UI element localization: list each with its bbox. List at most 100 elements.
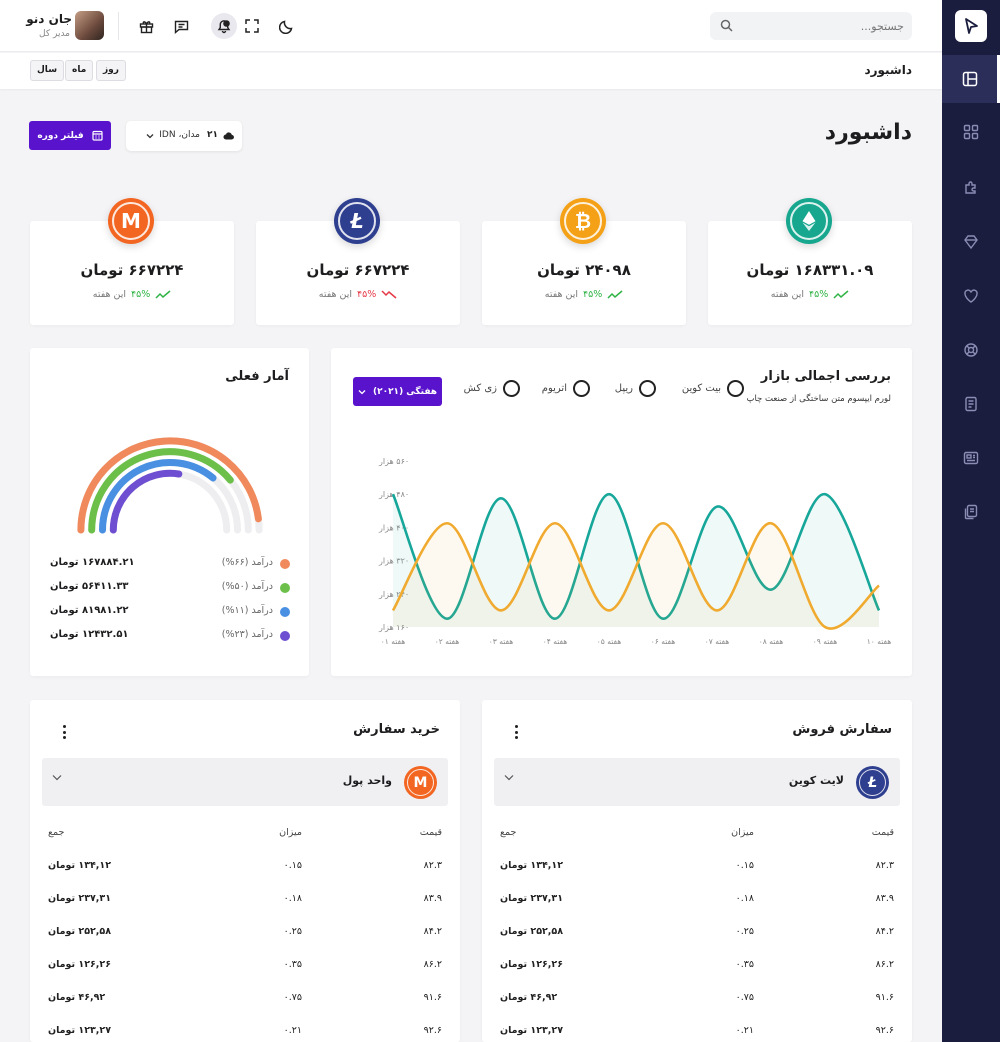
messages-button[interactable] (168, 13, 194, 39)
sidebar-item-favorites[interactable] (942, 272, 1000, 320)
legend-value: ۵۶۴۱۱.۳۳ تومان (50, 581, 129, 592)
legend-label: درآمد (۶۶%) (221, 557, 273, 568)
grid-icon (963, 124, 979, 140)
current-stats-title: آمار فعلی (225, 369, 289, 384)
logo-icon[interactable] (955, 10, 987, 42)
x-tick-label: هفته ۰۹ (813, 637, 838, 646)
cell-total: ۱۳۴,۱۲ تومان (500, 860, 563, 871)
stat-percent: ۴۵% (131, 289, 151, 300)
gift-button[interactable] (133, 13, 159, 39)
cell-amount: ۰.۲۱ (735, 1025, 754, 1036)
x-tick-label: هفته ۰۲ (435, 637, 460, 646)
cell-price: ۸۴.۲ (875, 926, 894, 937)
sidebar (942, 0, 1000, 1042)
cell-amount: ۰.۲۵ (735, 926, 754, 937)
legend-item: درآمد (۲۳%) ۱۲۴۳۲.۵۱ تومان (50, 628, 290, 644)
period-day-button[interactable]: روز (96, 60, 126, 81)
dark-mode-toggle[interactable] (274, 13, 300, 39)
legend-value: ۱۲۴۳۲.۵۱ تومان (50, 629, 129, 640)
sidebar-item-pages[interactable] (942, 488, 1000, 536)
cell-price: ۸۴.۲ (423, 926, 442, 937)
search-input[interactable] (738, 12, 904, 40)
sidebar-item-dashboard[interactable] (942, 55, 1000, 103)
column-header-total: جمع (48, 827, 65, 838)
chevron-down-icon (52, 775, 62, 781)
gauge-track (109, 469, 231, 534)
litecoin-icon: Ł (856, 766, 889, 799)
x-tick-label: هفته ۰۷ (705, 637, 730, 646)
expand-icon (245, 19, 259, 33)
stat-card-bitcoin: ₿ ۲۴۰۹۸ تومان ۴۵% این هفته (482, 198, 686, 325)
search-box[interactable] (710, 12, 912, 40)
coin-select[interactable]: M واحد پول (42, 758, 448, 806)
cell-amount: ۰.۱۵ (735, 860, 754, 871)
cell-price: ۸۳.۹ (875, 893, 894, 904)
cell-amount: ۰.۷۵ (283, 992, 302, 1003)
more-vertical-icon[interactable] (63, 725, 67, 739)
page-title: داشبورد (824, 120, 912, 145)
stat-change: ۴۵% این هفته (482, 289, 686, 300)
notifications-button[interactable] (211, 13, 237, 39)
location-select[interactable]: ۲۱ مدان، IDN (126, 121, 242, 151)
filter-period-button[interactable]: فیلتر دوره (29, 121, 111, 150)
cell-total: ۱۳۴,۱۲ تومان (48, 860, 111, 871)
buy-order-card: خرید سفارش M واحد پول قیمت میزان جمع ۸۲.… (30, 700, 460, 1042)
sidebar-item-premium[interactable] (942, 218, 1000, 266)
header-divider (118, 12, 119, 40)
filter-period-label: فیلتر دوره (37, 130, 84, 141)
buy-order-title: خرید سفارش (353, 722, 440, 737)
cell-price: ۹۲.۶ (423, 1025, 442, 1036)
cell-total: ۱۲۳,۲۷ تومان (48, 1025, 111, 1036)
monero-icon: M (404, 766, 437, 799)
stat-amount: ۶۶۷۲۲۴ تومان (80, 261, 184, 279)
sell-order-card: سفارش فروش Ł لایت کوین قیمت میزان جمع ۸۲… (482, 700, 912, 1042)
cell-amount: ۰.۱۸ (735, 893, 754, 904)
column-header-total: جمع (500, 827, 517, 838)
current-stats-card: آمار فعلی درآمد (۶۶%) ۱۶۷۸۸۴.۲۱ تومان در… (30, 348, 309, 676)
cell-amount: ۰.۱۵ (283, 860, 302, 871)
document-icon (965, 396, 977, 412)
breadcrumb-bar: داشبورد روز ماه سال (0, 53, 942, 89)
period-year-button[interactable]: سال (30, 60, 65, 81)
sidebar-item-documents[interactable] (942, 380, 1000, 428)
coin-select[interactable]: Ł لایت کوین (494, 758, 900, 806)
coin-select-label: لایت کوین (788, 774, 844, 787)
stat-change: ۴۵% این هفته (708, 289, 912, 300)
sidebar-item-support[interactable] (942, 326, 1000, 374)
litecoin-icon: Ł (334, 198, 380, 244)
cell-total: ۱۲۶,۲۶ تومان (48, 959, 111, 970)
breadcrumb: داشبورد (864, 63, 912, 77)
diamond-icon (964, 235, 978, 250)
sidebar-item-components[interactable] (942, 163, 1000, 211)
sell-order-title: سفارش فروش (792, 722, 892, 737)
column-header-amount: میزان (279, 827, 302, 838)
more-vertical-icon[interactable] (515, 725, 519, 739)
stat-percent: ۴۵% (809, 289, 829, 300)
top-header: جان دنو مدیر کل (0, 0, 942, 52)
fullscreen-button[interactable] (239, 13, 265, 39)
moon-icon (279, 20, 293, 34)
cell-amount: ۰.۳۵ (735, 959, 754, 970)
monero-icon: M (108, 198, 154, 244)
trend-up-icon (607, 290, 623, 299)
sidebar-item-apps[interactable] (942, 108, 1000, 156)
market-overview-card: بررسی اجمالی بازار لورم ایپسوم متن ساختگ… (331, 348, 912, 676)
cell-amount: ۰.۲۵ (283, 926, 302, 937)
stat-period: این هفته (318, 289, 353, 300)
layout-icon (962, 71, 977, 87)
x-tick-label: هفته ۰۶ (651, 637, 676, 646)
bell-icon (217, 20, 231, 34)
legend-dot (280, 559, 290, 569)
x-tick-label: هفته ۰۸ (759, 637, 784, 646)
cell-price: ۸۶.۲ (423, 959, 442, 970)
sidebar-item-reports[interactable] (942, 434, 1000, 482)
period-month-button[interactable]: ماه (65, 60, 94, 81)
avatar[interactable] (75, 11, 104, 40)
legend-dot (280, 583, 290, 593)
cell-price: ۸۳.۹ (423, 893, 442, 904)
stat-change: ۴۵% این هفته (30, 289, 234, 300)
x-tick-label: هفته ۰۱ (381, 637, 406, 646)
legend-label: درآمد (۵۰%) (221, 581, 273, 592)
legend-dot (280, 607, 290, 617)
stat-period: این هفته (544, 289, 579, 300)
